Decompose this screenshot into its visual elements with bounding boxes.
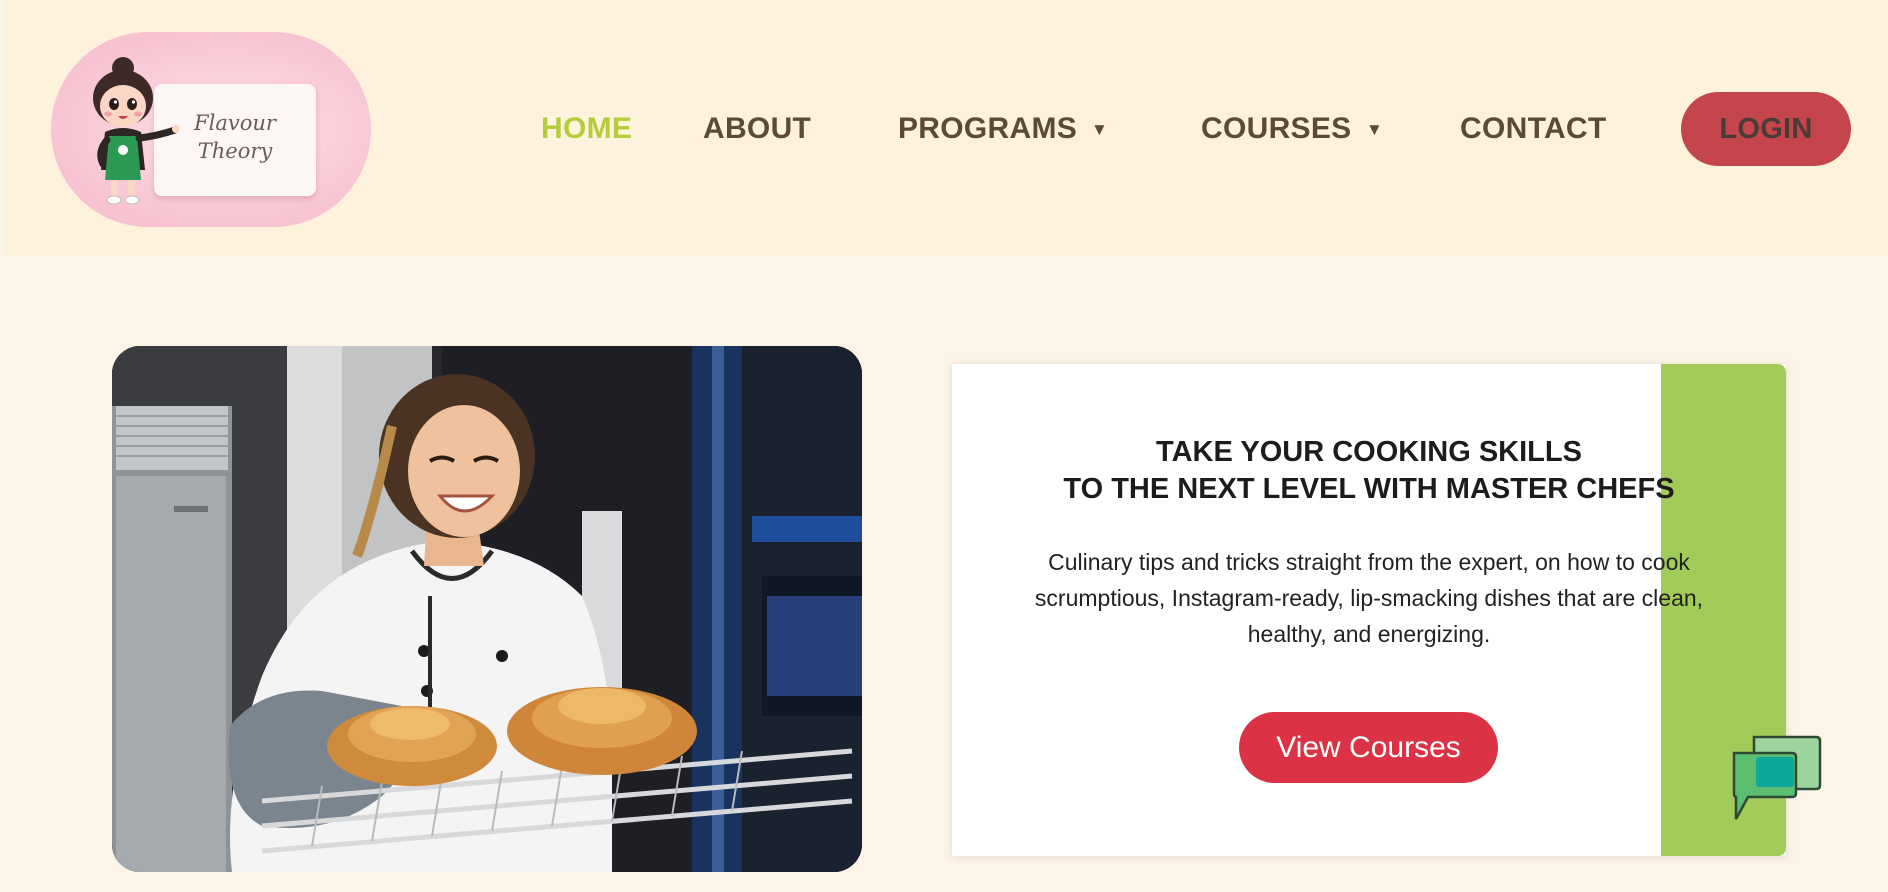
login-button[interactable]: LOGIN [1681,92,1851,166]
promo-description-line2: scrumptious, Instagram-ready, lip-smacki… [1034,585,1704,611]
courses-dropdown-caret-icon[interactable]: ▼ [1366,120,1383,140]
nav-courses-link[interactable]: COURSES [1201,112,1351,146]
nav-home-link[interactable]: HOME [541,112,632,146]
view-courses-button[interactable]: View Courses [1239,712,1498,783]
chef-mascot-icon [93,57,179,205]
promo-title-line1: TAKE YOUR COOKING SKILLS [1156,436,1582,468]
hero-chef-photo [112,346,862,872]
nav-about-link[interactable]: ABOUT [703,112,811,146]
nav-contact-link[interactable]: CONTACT [1460,112,1607,146]
site-header: Flavour Theory HOME ABOUT PROGRAMS ▼ COU… [5,0,1888,255]
promo-description: Culinary tips and tricks straight from t… [1010,544,1728,652]
nav-programs-link[interactable]: PROGRAMS [898,112,1077,146]
promo-title: TAKE YOUR COOKING SKILLS TO THE NEXT LEV… [952,434,1786,508]
brand-logo[interactable]: Flavour Theory [51,32,371,227]
chat-bubbles-icon[interactable] [1730,733,1822,823]
programs-dropdown-caret-icon[interactable]: ▼ [1091,120,1108,140]
promo-description-line1: Culinary tips and tricks straight from t… [1048,549,1690,575]
promo-description-line3: healthy, and energizing. [1247,621,1491,647]
chef-baking-image [112,346,862,872]
promo-title-line2: TO THE NEXT LEVEL WITH MASTER CHEFS [1063,473,1675,505]
